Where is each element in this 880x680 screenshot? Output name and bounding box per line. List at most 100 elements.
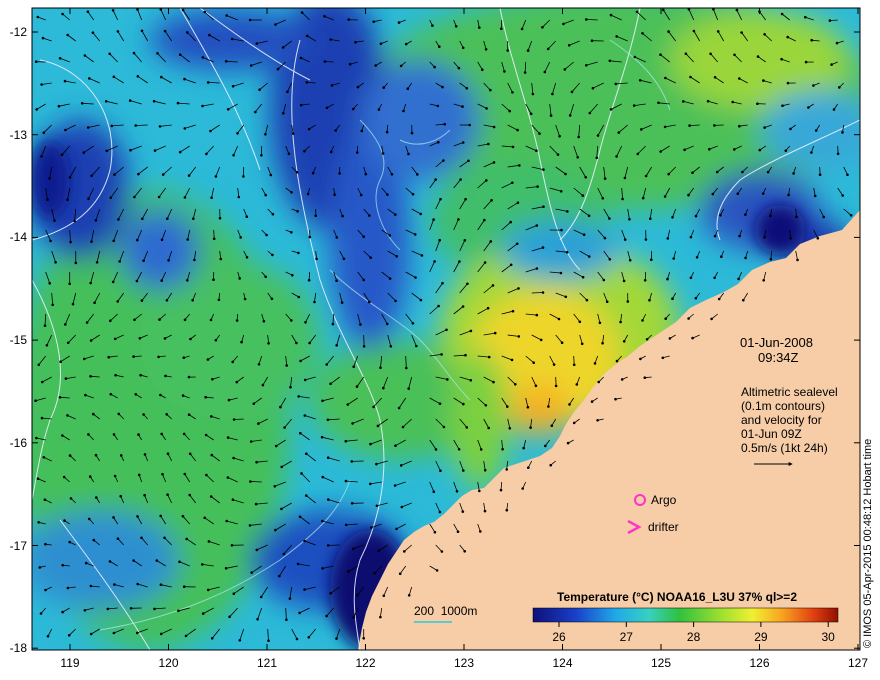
- velocity-arrow-head: [286, 90, 289, 94]
- velocity-arrow-head: [465, 86, 469, 90]
- velocity-arrow-head: [224, 567, 228, 570]
- velocity-arrow-head: [832, 108, 836, 111]
- velocity-arrow-head: [362, 235, 366, 238]
- velocity-arrow-head: [576, 156, 579, 159]
- velocity-arrow-head: [34, 399, 37, 403]
- velocity-arrow-head: [166, 493, 169, 497]
- velocity-arrow-head: [289, 385, 292, 389]
- velocity-arrow-head: [163, 337, 167, 340]
- velocity-arrow-head: [406, 87, 410, 90]
- velocity-arrow-head: [399, 64, 403, 68]
- velocity-arrow-head: [178, 53, 182, 56]
- velocity-arrow-head: [459, 178, 462, 181]
- velocity-arrow-head: [354, 40, 357, 44]
- velocity-arrow-head: [37, 363, 41, 367]
- velocity-arrow-head: [372, 20, 376, 24]
- velocity-arrow-head: [48, 282, 51, 285]
- altimetry-line-1: Altimetric sealevel: [741, 385, 838, 399]
- velocity-arrow-head: [119, 494, 122, 498]
- velocity-arrow-head: [395, 254, 399, 258]
- velocity-arrow-head: [54, 261, 57, 264]
- velocity-arrow-head: [479, 530, 482, 533]
- velocity-arrow-head: [186, 238, 189, 241]
- velocity-arrow-head: [254, 110, 257, 114]
- velocity-arrow-head: [153, 149, 157, 152]
- velocity-arrow-head: [89, 375, 92, 378]
- velocity-arrow-head: [529, 112, 533, 116]
- velocity-arrow-head: [335, 344, 339, 347]
- velocity-arrow-head: [321, 399, 324, 403]
- velocity-arrow-head: [435, 569, 439, 572]
- velocity-arrow-head: [710, 317, 713, 321]
- velocity-arrow-head: [575, 383, 579, 386]
- velocity-arrow-head: [201, 56, 205, 59]
- velocity-arrow-head: [550, 424, 554, 428]
- velocity-arrow-head: [74, 261, 78, 265]
- velocity-arrow-head: [835, 41, 839, 45]
- velocity-arrow-head: [267, 639, 270, 642]
- velocity-arrow-head: [134, 124, 137, 127]
- velocity-arrow-head: [118, 260, 121, 263]
- velocity-arrow-head: [531, 92, 535, 96]
- velocity-arrow-head: [210, 453, 214, 457]
- velocity-arrow-head: [355, 385, 359, 388]
- velocity-arrow-head: [238, 277, 241, 280]
- velocity-arrow-head: [469, 329, 473, 333]
- velocity-arrow-head: [584, 176, 587, 179]
- velocity-arrow-head: [375, 462, 378, 466]
- velocity-arrow-head: [161, 173, 165, 176]
- velocity-arrow-head: [335, 236, 339, 239]
- velocity-arrow-head: [252, 402, 256, 406]
- velocity-arrow-head: [787, 193, 790, 197]
- velocity-arrow-head: [83, 357, 86, 361]
- velocity-arrow-head: [596, 134, 600, 137]
- x-tick-label: 123: [453, 656, 475, 670]
- velocity-arrow-head: [138, 337, 142, 340]
- velocity-arrow-head: [274, 23, 277, 26]
- velocity-arrow-head: [227, 398, 231, 402]
- velocity-arrow-head: [407, 152, 410, 156]
- velocity-arrow-head: [230, 544, 234, 547]
- velocity-arrow-head: [481, 68, 484, 71]
- velocity-arrow-head: [191, 298, 194, 302]
- velocity-arrow-head: [846, 173, 849, 177]
- velocity-arrow-head: [134, 393, 138, 396]
- velocity-arrow-head: [359, 193, 363, 197]
- velocity-arrow-head: [232, 456, 235, 460]
- velocity-arrow-head: [369, 482, 372, 486]
- velocity-arrow-head: [225, 519, 228, 523]
- velocity-arrow-head: [388, 234, 392, 237]
- velocity-arrow-head: [659, 53, 662, 56]
- velocity-arrow-head: [684, 52, 688, 55]
- velocity-arrow-head: [265, 233, 268, 237]
- velocity-arrow-head: [591, 86, 595, 90]
- velocity-arrow-head: [271, 212, 275, 216]
- velocity-arrow-head: [466, 282, 469, 286]
- velocity-arrow-head: [510, 358, 514, 362]
- velocity-arrow-head: [297, 395, 301, 398]
- velocity-arrow-head: [299, 56, 303, 60]
- velocity-arrow-head: [35, 108, 38, 111]
- y-tick-label: -14: [9, 230, 27, 245]
- velocity-arrow-head: [243, 297, 247, 301]
- velocity-arrow-head: [226, 476, 230, 479]
- velocity-arrow-head: [306, 192, 310, 196]
- velocity-arrow-head: [763, 126, 766, 129]
- velocity-arrow-head: [581, 275, 585, 279]
- velocity-arrow-head: [299, 103, 303, 107]
- velocity-arrow-head: [635, 10, 639, 14]
- velocity-arrow-head: [744, 256, 747, 260]
- velocity-arrow-head: [689, 75, 692, 79]
- velocity-arrow-head: [63, 79, 67, 83]
- velocity-arrow-head: [34, 60, 38, 63]
- velocity-arrow-head: [68, 454, 72, 457]
- velocity-arrow-head: [242, 175, 245, 178]
- velocity-arrow-head: [94, 453, 98, 457]
- velocity-arrow-head: [663, 195, 667, 198]
- velocity-arrow-head: [113, 337, 117, 341]
- velocity-arrow-head: [639, 357, 642, 361]
- velocity-arrow-head: [113, 173, 116, 176]
- velocity-arrow-head: [463, 550, 467, 553]
- velocity-arrow-head: [416, 173, 419, 176]
- velocity-arrow-head: [694, 214, 698, 218]
